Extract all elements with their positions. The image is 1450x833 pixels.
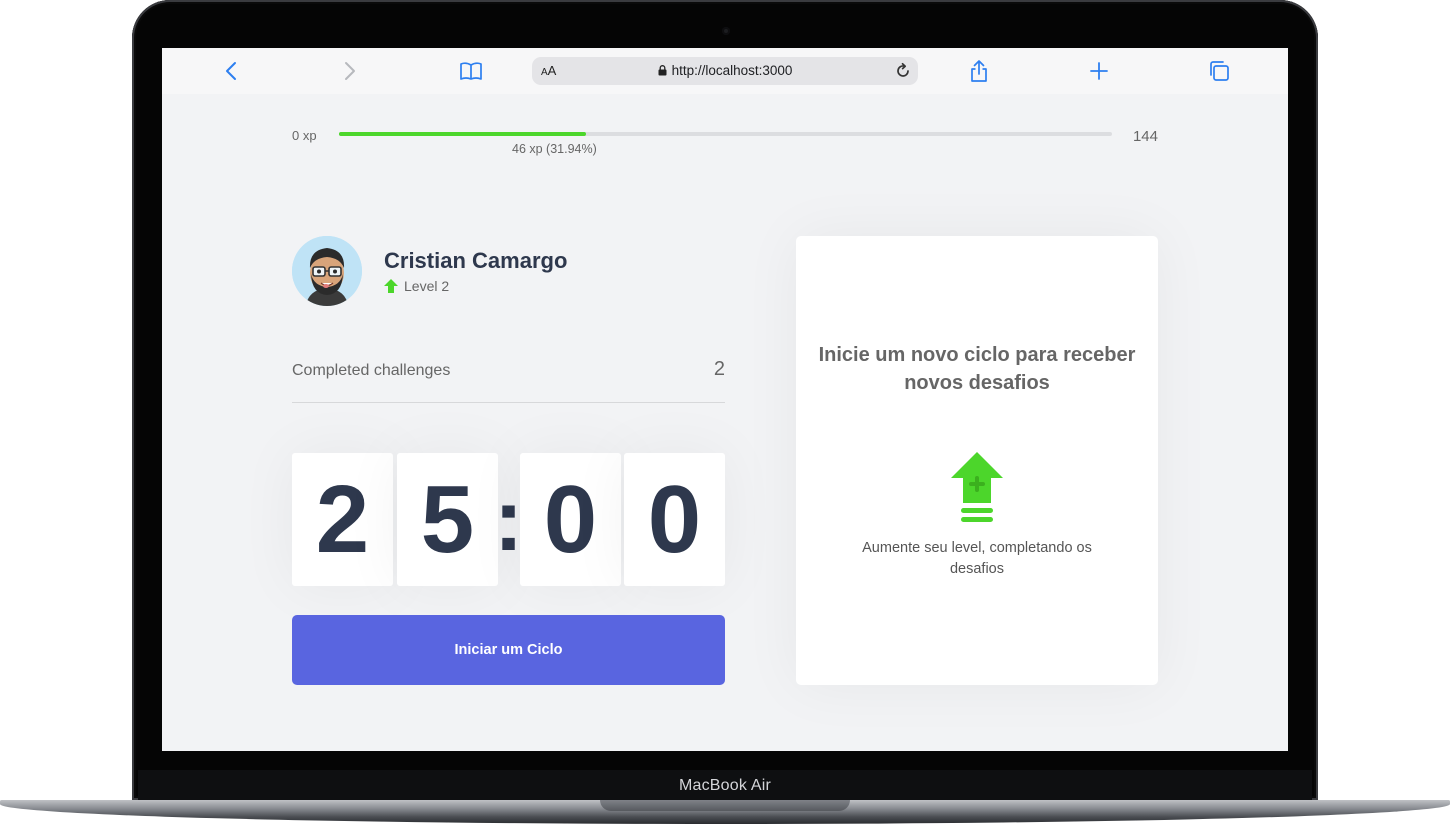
camera-dot: [722, 27, 730, 35]
address-bar[interactable]: AA http://localhost:3000: [532, 57, 918, 85]
level-up-arrow-icon: [951, 452, 1003, 522]
challenge-box: Inicie um novo ciclo para receber novos …: [796, 236, 1158, 685]
xp-min-label: 0 xp: [292, 128, 317, 143]
reload-button[interactable]: [894, 62, 912, 80]
reload-icon: [897, 62, 909, 77]
countdown: 2 5 : 0 0: [292, 453, 725, 586]
browser-toolbar: AA http://localhost:3000: [162, 48, 1288, 94]
countdown-second-units: 0: [624, 453, 725, 586]
bookmarks-button[interactable]: [458, 59, 484, 83]
profile-level: Level 2: [384, 278, 449, 294]
chevron-right-icon: [345, 62, 355, 80]
forward-button[interactable]: [337, 59, 363, 83]
challenge-box-title: Inicie um novo ciclo para receber novos …: [818, 344, 1136, 394]
tabs-icon: [1210, 61, 1229, 81]
chevron-left-icon: [226, 62, 236, 80]
completed-challenges-label: Completed challenges: [292, 362, 451, 379]
xp-fill: [339, 132, 586, 136]
new-tab-button[interactable]: [1086, 59, 1112, 83]
address-url-text: http://localhost:3000: [671, 63, 793, 78]
xp-current-label: 46 xp (31.94%): [512, 142, 597, 156]
countdown-second-tens: 0: [520, 453, 621, 586]
share-icon: [971, 60, 987, 82]
share-button[interactable]: [966, 59, 992, 83]
countdown-separator: :: [493, 469, 524, 569]
xp-max-label: 144: [1132, 128, 1158, 145]
macbook-brand-label: MacBook Air: [678, 777, 771, 794]
countdown-minute-units: 5: [397, 453, 498, 586]
tabs-overview-button[interactable]: [1206, 59, 1232, 83]
level-up-icon: [384, 279, 398, 293]
macbook-hinge-notch: [600, 800, 850, 811]
book-icon: [460, 62, 482, 80]
experience-bar: 0 xp 46 xp (31.94%) 144: [292, 122, 1158, 162]
xp-track: [339, 132, 1112, 136]
browser-screen: AA http://localhost:3000 0 xp 46 xp (31.…: [162, 48, 1288, 751]
memoji-avatar-icon: [292, 236, 362, 306]
countdown-minute-tens: 2: [292, 453, 393, 586]
level-label: Level 2: [404, 278, 450, 294]
plus-icon: [1090, 62, 1108, 80]
start-cycle-button[interactable]: Iniciar um Ciclo: [292, 615, 725, 685]
completed-challenges: Completed challenges 2: [292, 354, 725, 403]
lock-icon: [658, 64, 667, 79]
address-url-area[interactable]: http://localhost:3000: [532, 63, 918, 79]
back-button[interactable]: [218, 59, 244, 83]
profile: Cristian Camargo Level 2: [292, 236, 725, 308]
avatar: [292, 236, 362, 306]
challenge-box-description: Aumente seu level, completando os desafi…: [862, 540, 1092, 577]
completed-challenges-count: 2: [713, 358, 725, 380]
profile-name: Cristian Camargo: [384, 248, 568, 273]
